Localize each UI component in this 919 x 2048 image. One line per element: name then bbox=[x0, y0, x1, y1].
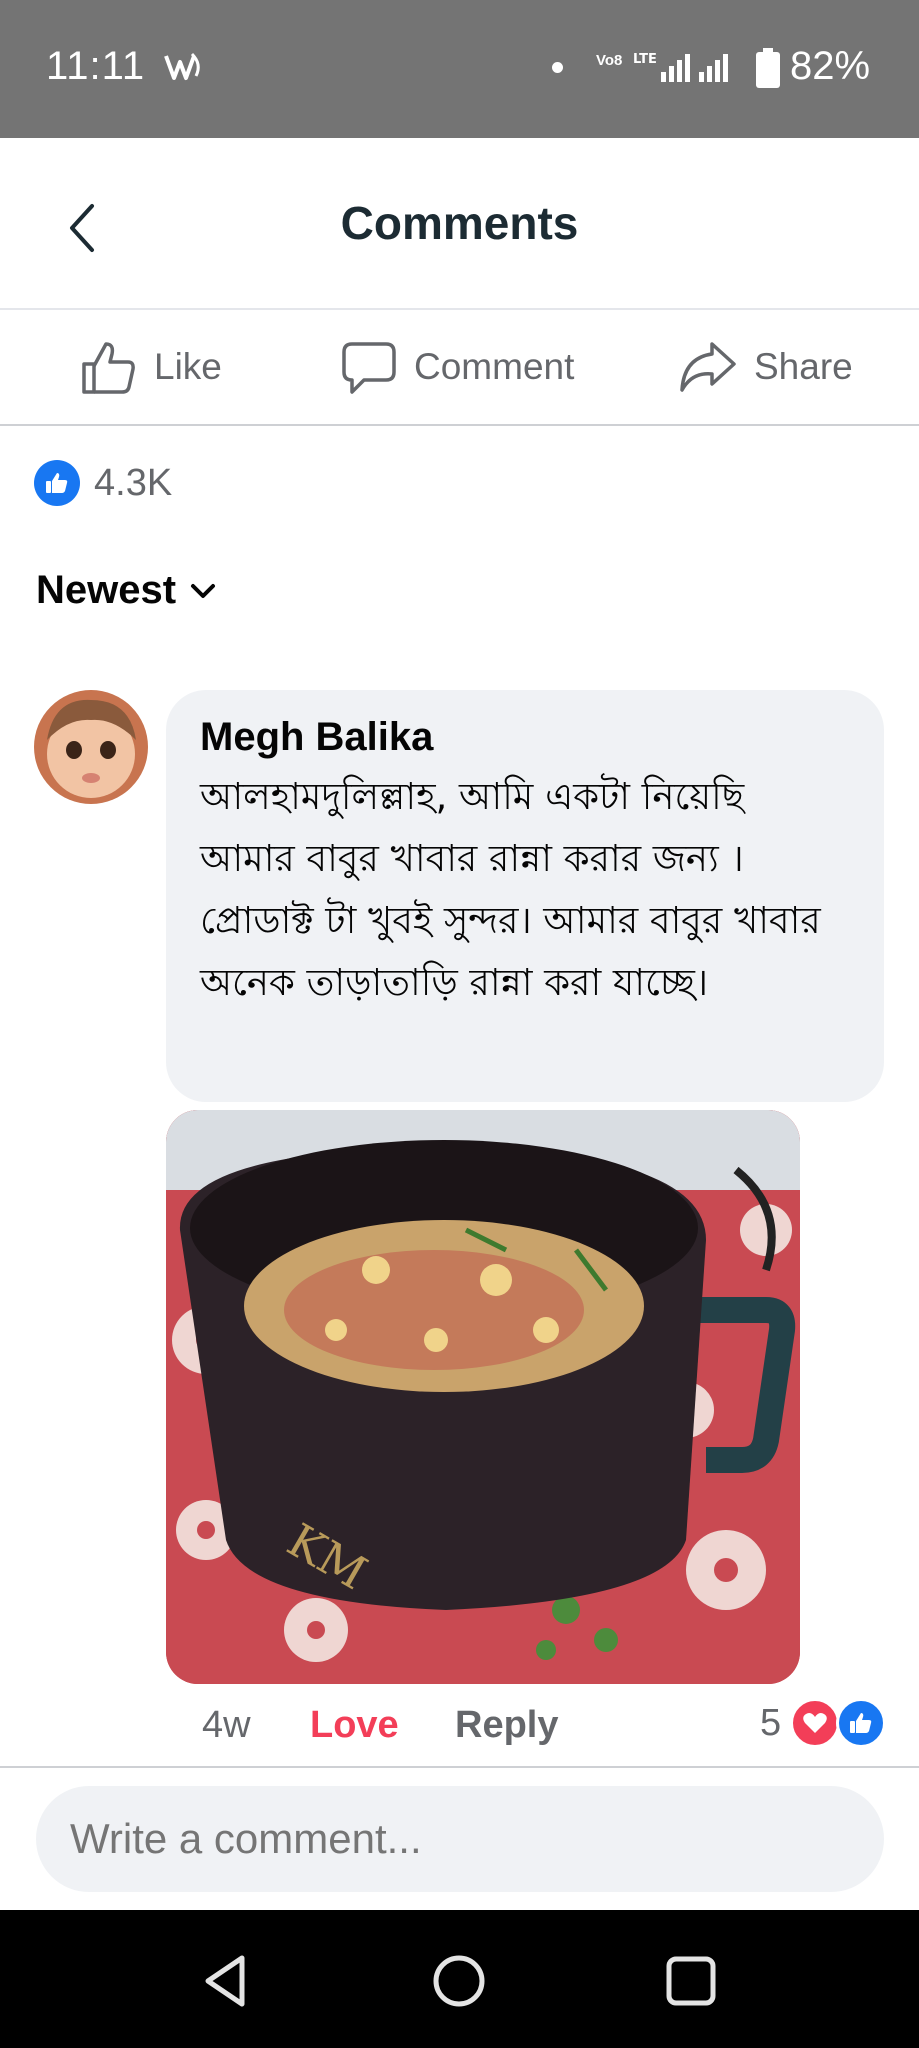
love-reaction-button[interactable]: Love bbox=[310, 1704, 399, 1747]
nav-recent-apps-icon[interactable] bbox=[660, 1950, 722, 2012]
nav-back-icon[interactable] bbox=[196, 1950, 258, 2012]
system-nav-bar bbox=[0, 1910, 919, 2048]
comment-photo[interactable]: KM bbox=[166, 1110, 800, 1684]
sort-dropdown[interactable]: Newest bbox=[36, 568, 216, 613]
sort-label: Newest bbox=[36, 568, 177, 612]
comment-input[interactable] bbox=[36, 1786, 884, 1892]
like-button[interactable]: Like bbox=[80, 332, 222, 402]
speech-bubble-icon bbox=[342, 342, 396, 394]
love-icon bbox=[790, 1698, 840, 1748]
share-arrow-icon bbox=[680, 342, 736, 392]
like-icon bbox=[34, 460, 80, 506]
share-button[interactable]: Share bbox=[678, 332, 853, 402]
notification-icon bbox=[164, 52, 200, 80]
comment-meta-row: 4w Love Reply 5 bbox=[0, 1698, 919, 1758]
status-dot bbox=[552, 62, 563, 73]
reaction-count: 4.3K bbox=[94, 461, 173, 504]
comment-button[interactable]: Comment bbox=[340, 332, 574, 402]
like-label: Like bbox=[154, 346, 222, 387]
post-action-bar: Like Comment Share bbox=[0, 310, 919, 426]
reply-button[interactable]: Reply bbox=[455, 1704, 558, 1747]
svg-text:LTE: LTE bbox=[633, 52, 657, 67]
battery-icon bbox=[756, 48, 780, 88]
like-icon bbox=[836, 1698, 886, 1748]
page-title: Comments bbox=[340, 197, 579, 249]
post-reaction-summary[interactable]: 4.3K bbox=[34, 460, 172, 506]
share-label: Share bbox=[754, 346, 853, 387]
status-time: 11:11 bbox=[46, 44, 146, 88]
battery-percent: 82% bbox=[790, 44, 871, 88]
comment-text: আলহামদুলিল্লাহ, আমি একটা নিয়েছি আমার বা… bbox=[200, 775, 821, 1004]
thumbs-up-icon bbox=[82, 342, 135, 394]
comment-bubble[interactable]: Megh Balika আলহামদুলিল্লাহ, আমি একটা নিয… bbox=[166, 690, 884, 1102]
volte-indicator: Vo8 bbox=[596, 52, 623, 69]
comment-composer bbox=[0, 1766, 919, 1910]
volte-top-text: Vo8 bbox=[596, 52, 623, 69]
status-bar: 11:11 Vo8 LTE 82% bbox=[0, 0, 919, 138]
nav-home-icon[interactable] bbox=[428, 1950, 490, 2012]
comment-reaction-count[interactable]: 5 bbox=[760, 1702, 781, 1745]
avatar[interactable] bbox=[34, 690, 148, 804]
signal-icon: LTE bbox=[633, 52, 728, 82]
comment-age[interactable]: 4w bbox=[202, 1704, 251, 1747]
chevron-down-icon bbox=[191, 583, 216, 598]
comments-header: Comments bbox=[0, 138, 919, 310]
comment-label: Comment bbox=[414, 346, 575, 387]
comment-author[interactable]: Megh Balika bbox=[200, 712, 850, 762]
